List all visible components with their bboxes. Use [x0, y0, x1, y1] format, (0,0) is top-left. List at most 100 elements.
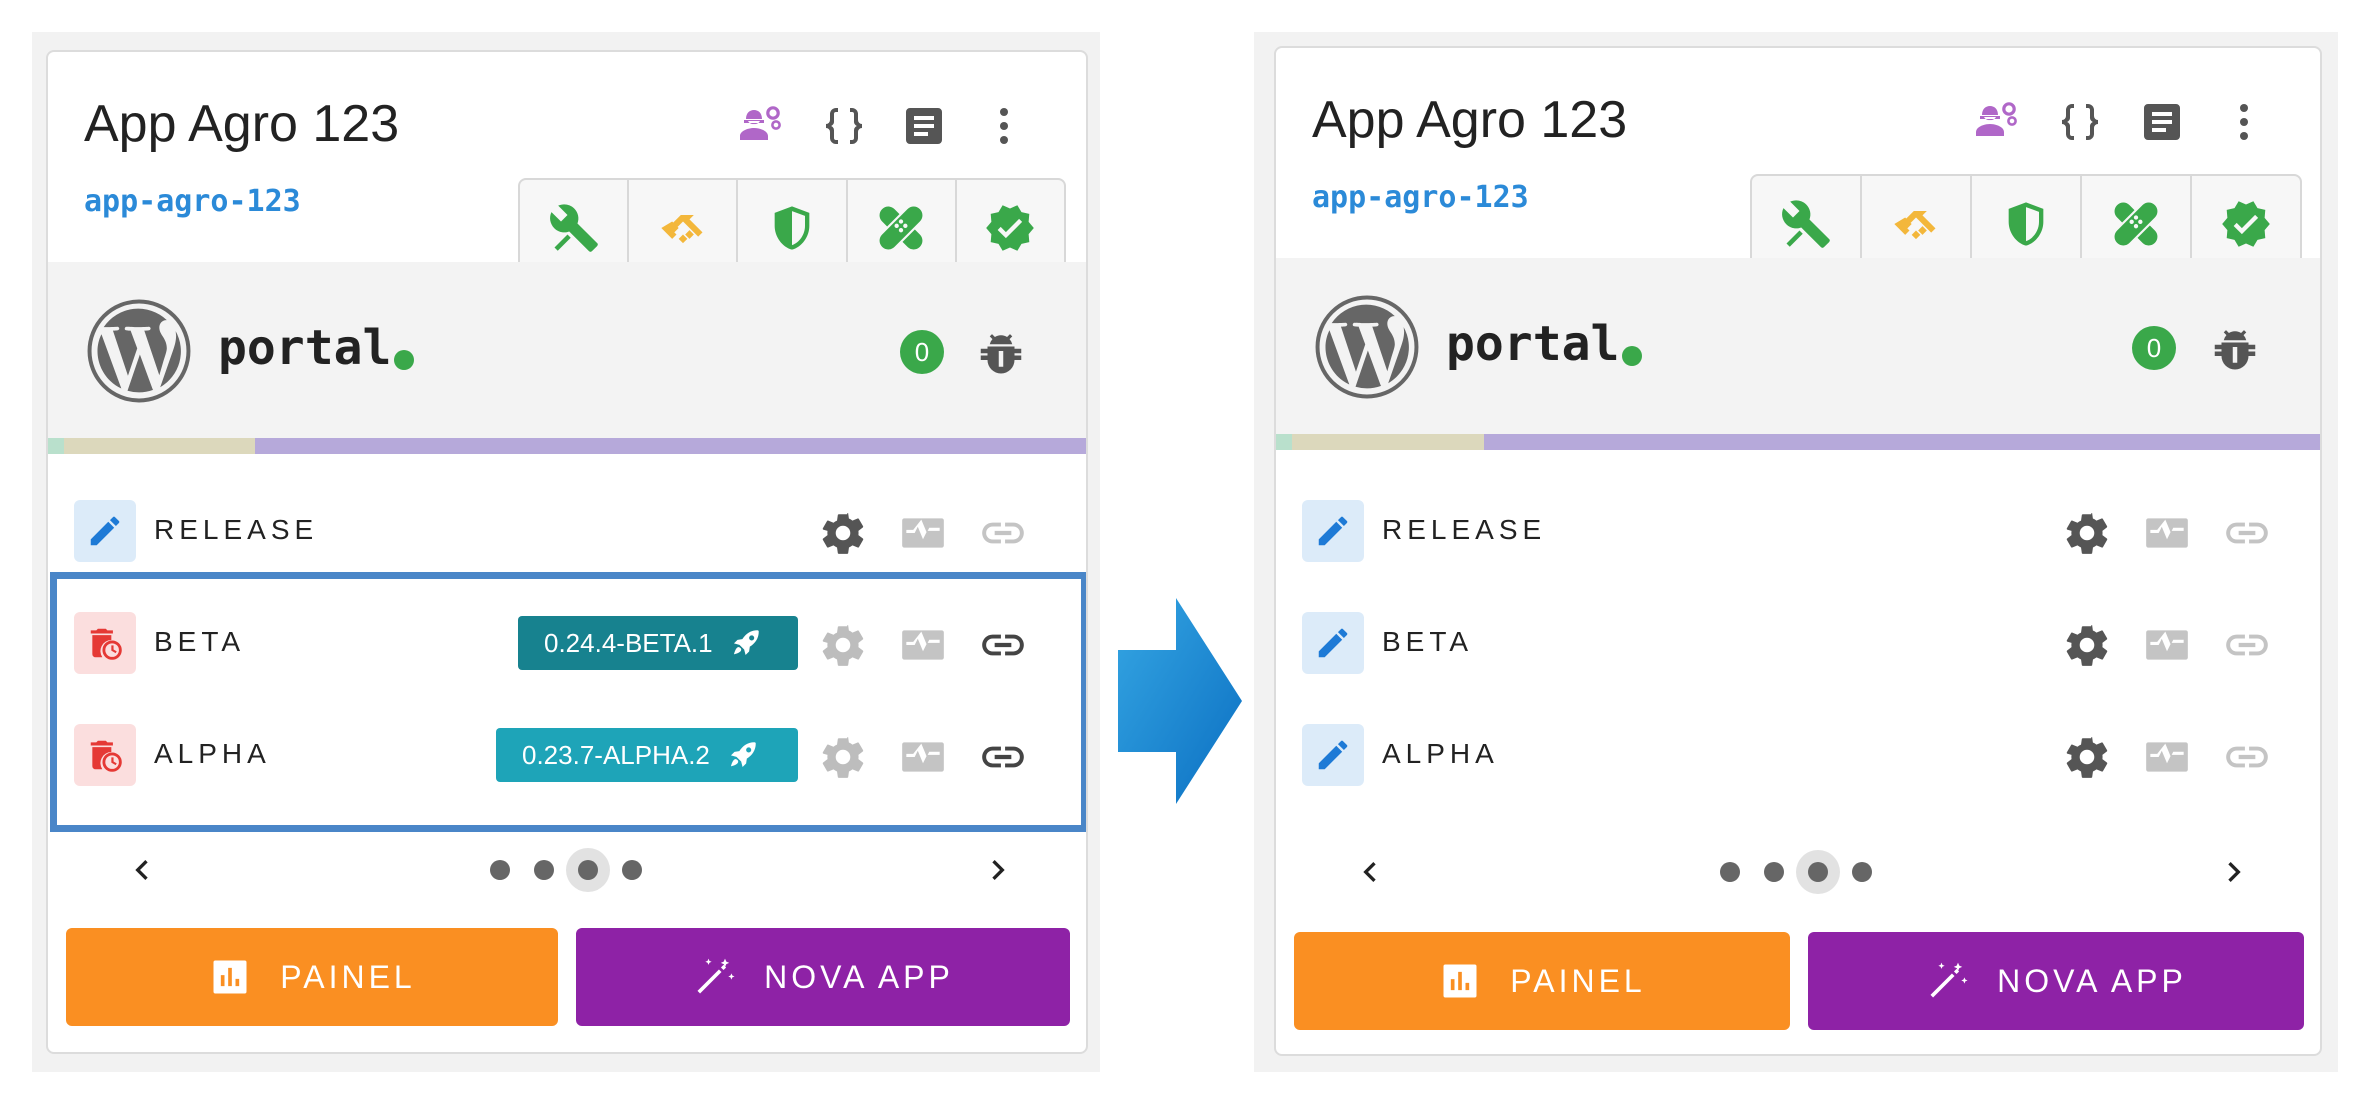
- env-label: RELEASE: [1382, 514, 1547, 545]
- tab-bandage[interactable]: [2082, 176, 2192, 260]
- bug-icon[interactable]: [974, 324, 1028, 378]
- chevron-left-icon[interactable]: [1350, 852, 1390, 892]
- pencil-icon: [1314, 512, 1352, 550]
- engineer-gears-icon[interactable]: [736, 102, 784, 150]
- link-icon[interactable]: [2222, 620, 2272, 670]
- progress-segment: [254, 438, 1086, 454]
- magic-wand-icon: [692, 955, 736, 999]
- progress-segment: [1291, 434, 1484, 450]
- edit-button[interactable]: [1302, 500, 1364, 562]
- chevron-left-icon[interactable]: [122, 850, 162, 890]
- chart-icon: [208, 955, 252, 999]
- pencil-icon: [1314, 736, 1352, 774]
- settings-gear-icon[interactable]: [818, 508, 868, 558]
- link-icon[interactable]: [2222, 732, 2272, 782]
- env-row-release: RELEASE: [74, 500, 1044, 566]
- edit-button[interactable]: [1302, 724, 1364, 786]
- verified-badge-icon: [984, 202, 1036, 254]
- tab-bandage[interactable]: [848, 180, 957, 264]
- app-slug: app-agro-123: [1312, 180, 1529, 215]
- tab-handshake[interactable]: [1862, 176, 1972, 260]
- monitor-pulse-icon[interactable]: [2142, 620, 2192, 670]
- issue-count-badge: 0: [2132, 326, 2176, 370]
- pager-dots: [490, 848, 642, 892]
- env-label: ALPHA: [1382, 738, 1499, 769]
- progress-segment: [63, 438, 255, 454]
- engineer-gears-icon[interactable]: [1972, 98, 2020, 146]
- app-slug: app-agro-123: [84, 184, 301, 219]
- env-row-beta: BETA: [1302, 612, 2272, 678]
- progress-bar: [1276, 434, 2320, 450]
- pager-dot[interactable]: [490, 860, 510, 880]
- tools-icon: [548, 202, 600, 254]
- monitor-pulse-icon[interactable]: [2142, 732, 2192, 782]
- tab-handshake[interactable]: [629, 180, 739, 264]
- more-vertical-icon[interactable]: [2220, 98, 2268, 146]
- settings-gear-icon[interactable]: [2062, 732, 2112, 782]
- pager-dot[interactable]: [1852, 862, 1872, 882]
- settings-gear-icon[interactable]: [2062, 620, 2112, 670]
- app-title: App Agro 123: [84, 95, 400, 153]
- monitor-pulse-icon[interactable]: [898, 508, 948, 558]
- tab-tools[interactable]: [520, 180, 630, 264]
- project-name: portal: [1446, 316, 1620, 372]
- pager-dot-active[interactable]: [1796, 850, 1840, 894]
- painel-button[interactable]: PAINEL: [66, 928, 558, 1026]
- pager-dots: [1720, 850, 1872, 894]
- link-icon[interactable]: [978, 508, 1028, 558]
- code-braces-icon[interactable]: [2056, 98, 2104, 146]
- nova-app-label: NOVA APP: [764, 958, 954, 995]
- painel-label: PAINEL: [280, 958, 416, 995]
- app-title: App Agro 123: [1312, 91, 1628, 149]
- tab-shield[interactable]: [738, 180, 848, 264]
- nova-app-button[interactable]: NOVA APP: [576, 928, 1070, 1026]
- nova-app-button[interactable]: NOVA APP: [1808, 932, 2304, 1030]
- edit-button[interactable]: [1302, 612, 1364, 674]
- env-row-alpha: ALPHA: [1302, 724, 2272, 790]
- pager-dot[interactable]: [1764, 862, 1784, 882]
- tab-verified[interactable]: [2192, 176, 2300, 260]
- pager-dot[interactable]: [1720, 862, 1740, 882]
- app-card-after: App Agro 123 app-agro-123 portal 0 RELEA…: [1274, 46, 2322, 1056]
- monitor-pulse-icon[interactable]: [2142, 508, 2192, 558]
- settings-gear-icon[interactable]: [2062, 508, 2112, 558]
- edit-button[interactable]: [74, 500, 136, 562]
- bug-icon[interactable]: [2208, 320, 2262, 374]
- tab-verified[interactable]: [957, 180, 1064, 264]
- verified-badge-icon: [2220, 198, 2272, 250]
- code-braces-icon[interactable]: [820, 102, 868, 150]
- document-icon[interactable]: [900, 102, 948, 150]
- bandage-icon: [2110, 198, 2162, 250]
- project-band: portal 0: [48, 262, 1086, 438]
- bandage-icon: [875, 202, 927, 254]
- progress-segment: [1276, 434, 1292, 450]
- more-vertical-icon[interactable]: [980, 102, 1028, 150]
- wordpress-logo-icon: [86, 298, 192, 404]
- link-icon[interactable]: [2222, 508, 2272, 558]
- chevron-right-icon[interactable]: [2214, 852, 2254, 892]
- pager-dot[interactable]: [534, 860, 554, 880]
- project-name: portal: [218, 320, 392, 376]
- app-card-before: App Agro 123 app-agro-123 portal 0 RELEA…: [46, 50, 1088, 1054]
- tab-shield[interactable]: [1972, 176, 2082, 260]
- status-dot: [1622, 346, 1642, 366]
- status-dot: [394, 350, 414, 370]
- pager-dot-active[interactable]: [566, 848, 610, 892]
- progress-segment: [48, 438, 64, 454]
- pencil-icon: [1314, 624, 1352, 662]
- handshake-icon: [1890, 198, 1942, 250]
- env-row-release: RELEASE: [1302, 500, 2272, 566]
- chart-icon: [1438, 959, 1482, 1003]
- issue-count-badge: 0: [900, 330, 944, 374]
- nova-app-label: NOVA APP: [1997, 962, 2187, 999]
- chevron-right-icon[interactable]: [978, 850, 1018, 890]
- painel-label: PAINEL: [1510, 962, 1646, 999]
- project-band: portal 0: [1276, 258, 2320, 434]
- tab-tools[interactable]: [1752, 176, 1862, 260]
- painel-button[interactable]: PAINEL: [1294, 932, 1790, 1030]
- magic-wand-icon: [1925, 959, 1969, 1003]
- highlight-box: [50, 572, 1086, 832]
- pager-dot[interactable]: [622, 860, 642, 880]
- document-icon[interactable]: [2138, 98, 2186, 146]
- tab-bar: [1750, 174, 2302, 260]
